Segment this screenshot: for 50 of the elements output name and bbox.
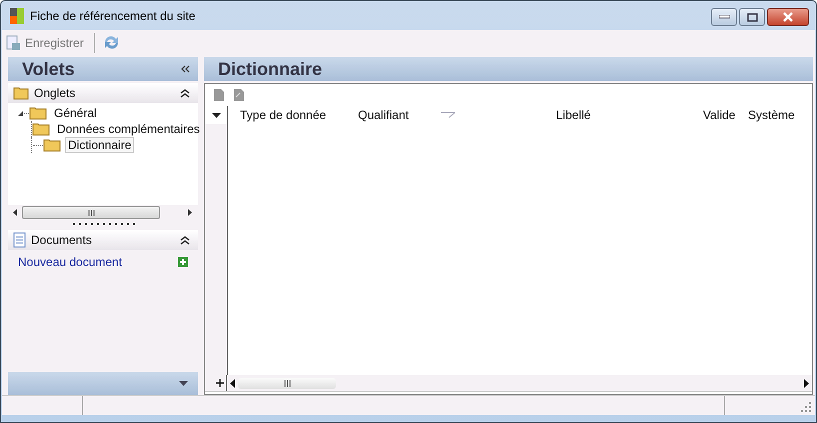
document-icon[interactable] — [233, 88, 245, 102]
new-document-link[interactable]: Nouveau document — [18, 255, 122, 269]
app-icon — [10, 8, 24, 24]
minimize-icon — [718, 15, 730, 19]
add-icon[interactable] — [178, 257, 188, 267]
maximize-icon — [746, 12, 758, 22]
tree-item[interactable]: Dictionnaire — [65, 137, 134, 153]
column-header[interactable]: Système — [748, 108, 795, 122]
section-header[interactable]: Onglets — [8, 83, 198, 103]
section-header[interactable]: Documents — [8, 230, 198, 250]
splitter-grip-icon[interactable] — [70, 222, 136, 226]
dropdown-icon[interactable] — [212, 112, 220, 118]
grip-icon — [88, 210, 94, 216]
panel-title: Volets — [22, 58, 75, 80]
maximize-button[interactable] — [739, 8, 765, 26]
dropdown-icon[interactable] — [179, 381, 188, 386]
column-header[interactable]: Type de donnée — [240, 108, 326, 122]
chevron-icon[interactable] — [180, 236, 190, 244]
collapse-icon[interactable] — [180, 65, 190, 73]
document-icon[interactable] — [213, 88, 225, 102]
close-button[interactable] — [767, 8, 809, 26]
panel-title: Dictionnaire — [218, 58, 322, 80]
section-title: Onglets — [34, 86, 76, 100]
scroll-thumb[interactable] — [238, 378, 336, 388]
grip-icon — [284, 380, 290, 386]
scroll-right-icon[interactable] — [188, 209, 193, 216]
save-icon — [6, 34, 21, 50]
close-icon — [782, 12, 794, 22]
column-header[interactable]: Libellé — [556, 108, 591, 122]
scroll-right-icon[interactable] — [804, 378, 809, 388]
window-title: Fiche de référencement du site — [30, 8, 196, 22]
refresh-icon[interactable] — [102, 34, 120, 51]
minimize-button[interactable] — [711, 8, 737, 26]
section-title: Documents — [31, 233, 92, 247]
scroll-left-icon[interactable] — [13, 209, 18, 216]
tree-item[interactable]: Données complémentaires — [54, 121, 203, 137]
expand-icon[interactable] — [17, 110, 24, 116]
folder-icon — [43, 138, 61, 152]
document-icon — [13, 232, 26, 248]
folder-icon — [13, 86, 29, 100]
folder-icon — [32, 122, 50, 136]
column-header[interactable]: Qualifiant — [358, 108, 409, 122]
scroll-left-icon[interactable] — [230, 378, 235, 388]
tree-item[interactable]: Général — [51, 105, 100, 121]
chevron-icon[interactable] — [180, 88, 190, 98]
folder-icon — [29, 106, 47, 120]
scroll-thumb[interactable] — [22, 206, 160, 219]
add-row-icon[interactable] — [216, 379, 224, 387]
resize-grip-icon[interactable] — [801, 402, 811, 412]
column-header[interactable]: Valide — [703, 108, 736, 122]
